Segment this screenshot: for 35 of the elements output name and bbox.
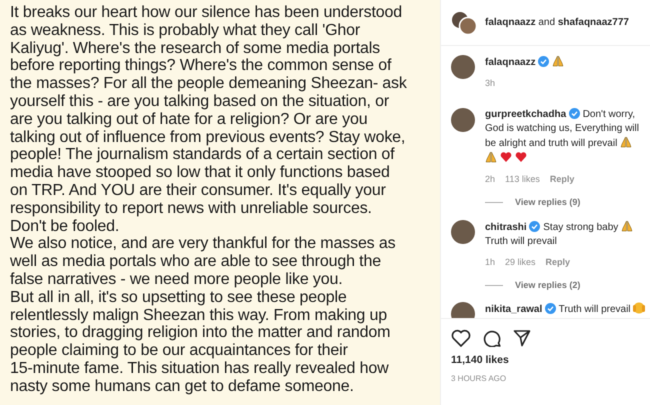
post-paragraph: It breaks our heart how our silence has been understood as weakness. This is probably what they call 'Ghor Kaliyug'. Where's the research of some media portals before reporting things? Where's the common sense of the masses? For all the people demeaning Sheezan- ask yourself this - are you talking based on the situation, or are you talking out of hate for a religion? Or are you talking out of influence from previous events? Stay woke, people! The journalism standards of a certain section of media have stooped so low that it only functions based on TRP. And YOU are their consumer. It's equally your responsibility to report news with unreliable sources. Don't be fooled. xyxy=(10,4,408,236)
username-link[interactable]: falaqnaazz xyxy=(485,17,536,28)
username-link[interactable]: chitrashi xyxy=(485,222,527,232)
heart-icon xyxy=(500,151,512,163)
heart-outline-icon[interactable] xyxy=(451,329,471,347)
share-icon[interactable] xyxy=(513,329,531,347)
comment-text: gurpreetkchadha Don't worry, God is watching us, Everything will be alright and truth will prevail xyxy=(485,108,646,166)
avatar xyxy=(451,220,475,244)
comment-text: chitrashi Stay strong baby xyxy=(485,220,646,234)
comment-time: 1h xyxy=(485,256,496,268)
comment-time: 3h xyxy=(485,77,496,90)
joiner-text: and xyxy=(538,17,556,28)
heart-icon xyxy=(514,151,527,163)
comment-icon[interactable] xyxy=(483,329,501,347)
likes-count[interactable]: 11,140 likes xyxy=(441,347,650,369)
post-paragraph: We also notice, and are very thankful for the masses as well as media portals who are able to see through the false narratives - we need more people like you. xyxy=(10,235,396,289)
avatar xyxy=(451,55,475,79)
post-time: 3 HOURS AGO xyxy=(450,372,508,385)
comment-time: 2h xyxy=(485,173,496,186)
comment-text: nikita_rawal Truth will prevail xyxy=(485,302,646,317)
username-link[interactable]: gurpreetkchadha xyxy=(485,109,566,120)
face-icon xyxy=(633,302,646,314)
username-link[interactable]: falaqnaazz xyxy=(485,57,536,68)
praying-hands-icon xyxy=(621,220,634,232)
avatar xyxy=(451,108,475,132)
praying-hands-icon xyxy=(620,136,632,148)
view-replies-link[interactable]: View replies (2) xyxy=(515,278,580,292)
view-replies-link[interactable]: View replies (9) xyxy=(515,196,580,210)
username-link[interactable]: shafaqnaaz777 xyxy=(558,17,629,28)
post-paragraph: But all in all, it's so upsetting to see these people relentlessly malign Sheezan this way. From making up stories, to dragging religion into the matter and random people claiming to be our acquaintances for their 15-minute fame. This situation has really revealed how nasty some humans can get to defame someone. xyxy=(10,288,392,396)
username-link[interactable]: nikita_rawal xyxy=(485,304,542,315)
avatar-pair-icon xyxy=(451,10,477,34)
comment-text: Truth will prevail xyxy=(485,234,558,248)
praying-hands-icon xyxy=(485,151,497,163)
praying-hands-icon xyxy=(552,55,564,67)
